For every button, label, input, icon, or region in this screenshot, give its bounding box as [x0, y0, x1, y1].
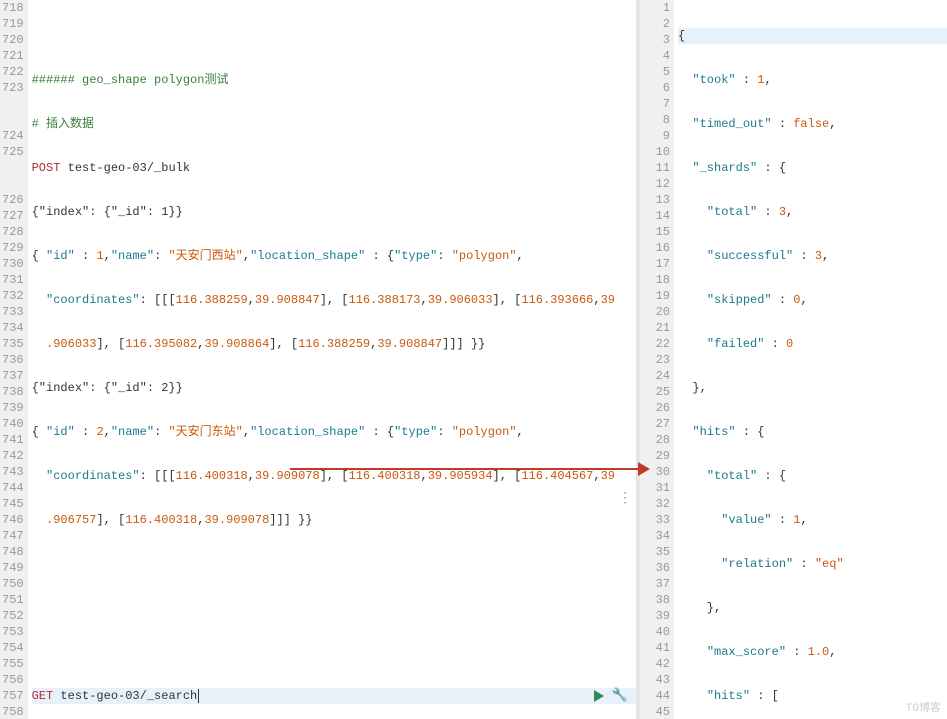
- right-gutter: 1 2 3 4 5 6 7 8 9 10 11 12 13 14 15 16 1…: [640, 0, 674, 719]
- ellipsis-icon[interactable]: ⋮: [618, 494, 632, 504]
- comment: # 插入数据: [32, 117, 94, 131]
- code-line: {"index": {"_id": 1}}: [32, 204, 636, 220]
- wrench-icon[interactable]: 🔧: [612, 688, 628, 704]
- code-line: {"index": {"_id": 2}}: [32, 380, 636, 396]
- right-code-area[interactable]: { "took" : 1, "timed_out" : false, "_sha…: [674, 0, 947, 719]
- left-gutter: 718 719 720 721 722 723 724 725 726 727 …: [0, 0, 28, 719]
- http-verb: POST: [32, 161, 61, 175]
- right-result-pane: 1 2 3 4 5 6 7 8 9 10 11 12 13 14 15 16 1…: [640, 0, 947, 719]
- left-editor-pane: 718 719 720 721 722 723 724 725 726 727 …: [0, 0, 640, 719]
- annotation-arrow: [290, 468, 640, 470]
- active-request-line[interactable]: GET test-geo-03/_search 🔧: [32, 688, 636, 704]
- endpoint: test-geo-03/_bulk: [68, 161, 190, 175]
- comment: ###### geo_shape polygon测试: [32, 73, 229, 87]
- run-icon[interactable]: [594, 690, 604, 702]
- left-code-area[interactable]: ###### geo_shape polygon测试 # 插入数据 POST t…: [28, 0, 636, 719]
- watermark: TO博客: [906, 699, 941, 715]
